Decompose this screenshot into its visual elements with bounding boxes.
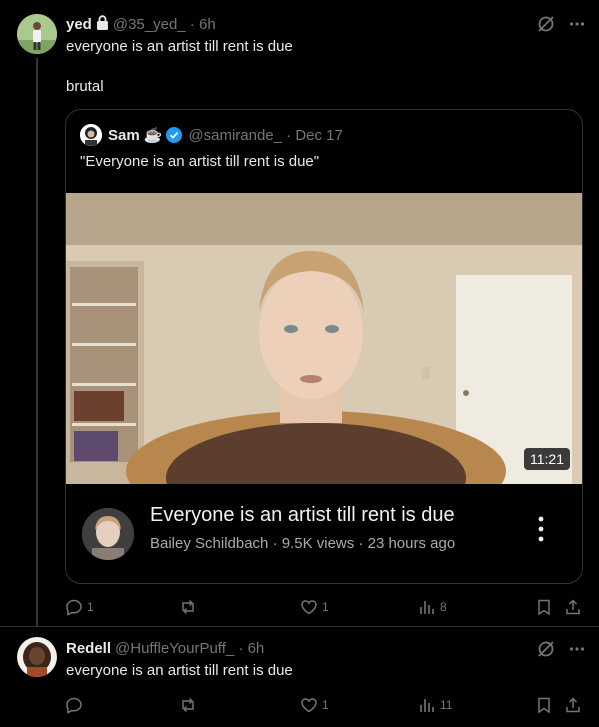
verified-badge-icon bbox=[166, 127, 183, 143]
views-button[interactable]: 11 bbox=[418, 693, 452, 717]
coffee-emoji: ☕ bbox=[143, 127, 163, 144]
reply-count: 1 bbox=[87, 600, 94, 614]
post-header-controls bbox=[537, 15, 585, 38]
video-thumbnail[interactable]: 11:21 bbox=[66, 193, 582, 484]
repost-icon bbox=[182, 697, 194, 713]
handle[interactable]: @HuffleYourPuff_ bbox=[115, 640, 234, 657]
repost-button[interactable] bbox=[179, 693, 201, 717]
bookmark-button[interactable] bbox=[535, 693, 553, 717]
reply-icon bbox=[66, 697, 82, 714]
bookmark-icon bbox=[538, 599, 550, 616]
post-redell[interactable]: Redell @HuffleYourPuff_ · 6h everyone is… bbox=[0, 627, 599, 727]
share-button[interactable] bbox=[564, 595, 582, 619]
grok-icon[interactable] bbox=[537, 15, 555, 38]
dot-separator: · bbox=[281, 126, 296, 144]
like-count: 1 bbox=[322, 600, 329, 614]
video-duration: 11:21 bbox=[524, 448, 570, 470]
timestamp[interactable]: 6h bbox=[199, 16, 216, 33]
heart-icon bbox=[301, 698, 317, 713]
avatar-image bbox=[17, 14, 57, 54]
repost-icon bbox=[182, 599, 194, 615]
share-icon bbox=[566, 599, 580, 615]
post-header: yed @35_yed_ · 6h bbox=[66, 15, 216, 34]
quoted-date[interactable]: Dec 17 bbox=[295, 127, 343, 144]
reply-button[interactable] bbox=[65, 693, 87, 717]
view-count: 8 bbox=[440, 600, 447, 614]
more-options-icon[interactable] bbox=[569, 640, 585, 663]
post-actions: 1 1 8 bbox=[65, 595, 585, 619]
channel-avatar[interactable] bbox=[82, 508, 134, 560]
timestamp[interactable]: 6h bbox=[248, 640, 265, 657]
avatar-redell[interactable] bbox=[17, 637, 57, 677]
more-options-icon[interactable] bbox=[569, 15, 585, 38]
post-header-controls bbox=[537, 640, 585, 663]
share-button[interactable] bbox=[564, 693, 582, 717]
thread-line bbox=[36, 58, 38, 627]
avatar-yed[interactable] bbox=[17, 14, 57, 54]
reply-icon bbox=[66, 599, 82, 616]
post-yed[interactable]: yed @35_yed_ · 6h everyone is an artist … bbox=[0, 0, 599, 627]
video-frame-image bbox=[66, 193, 582, 484]
post-actions: 1 11 bbox=[65, 693, 585, 717]
avatar-sam[interactable] bbox=[80, 124, 102, 146]
post-text-line2: brutal bbox=[66, 78, 104, 95]
avatar-image bbox=[17, 637, 57, 677]
share-icon bbox=[566, 697, 580, 713]
quoted-text: "Everyone is an artist till rent is due" bbox=[80, 153, 320, 170]
dot-separator: · bbox=[185, 16, 199, 33]
handle[interactable]: @35_yed_ bbox=[113, 16, 186, 33]
post-header: Redell @HuffleYourPuff_ · 6h bbox=[66, 640, 264, 657]
video-info-card[interactable]: Everyone is an artist till rent is due B… bbox=[66, 484, 582, 583]
heart-icon bbox=[301, 600, 317, 615]
views-icon bbox=[420, 601, 434, 614]
video-title[interactable]: Everyone is an artist till rent is due bbox=[150, 504, 455, 527]
bookmark-button[interactable] bbox=[535, 595, 553, 619]
repost-button[interactable] bbox=[179, 595, 201, 619]
views-icon bbox=[420, 699, 434, 712]
quoted-display-name[interactable]: Sam bbox=[108, 127, 140, 144]
views-button[interactable]: 8 bbox=[418, 595, 447, 619]
lock-icon bbox=[96, 15, 109, 34]
display-name[interactable]: Redell bbox=[66, 640, 111, 657]
grok-icon[interactable] bbox=[537, 640, 555, 663]
post-text-line1: everyone is an artist till rent is due bbox=[66, 38, 293, 55]
video-more-options-icon[interactable] bbox=[534, 514, 548, 544]
video-meta: Bailey Schildbach · 9.5K views · 23 hour… bbox=[150, 535, 456, 552]
display-name[interactable]: yed bbox=[66, 16, 92, 33]
like-button[interactable]: 1 bbox=[300, 693, 329, 717]
quoted-post-header: Sam ☕ @samirande_ · Dec 17 bbox=[80, 124, 343, 146]
view-count: 11 bbox=[440, 698, 453, 712]
post-text: everyone is an artist till rent is due bbox=[66, 662, 293, 679]
like-count: 1 bbox=[322, 698, 329, 712]
quoted-handle[interactable]: @samirande_ bbox=[188, 127, 282, 144]
bookmark-icon bbox=[538, 697, 550, 714]
dot-separator: · bbox=[234, 640, 248, 657]
quoted-post[interactable]: Sam ☕ @samirande_ · Dec 17 "Everyone is … bbox=[65, 109, 583, 584]
like-button[interactable]: 1 bbox=[300, 595, 329, 619]
reply-button[interactable]: 1 bbox=[65, 595, 94, 619]
